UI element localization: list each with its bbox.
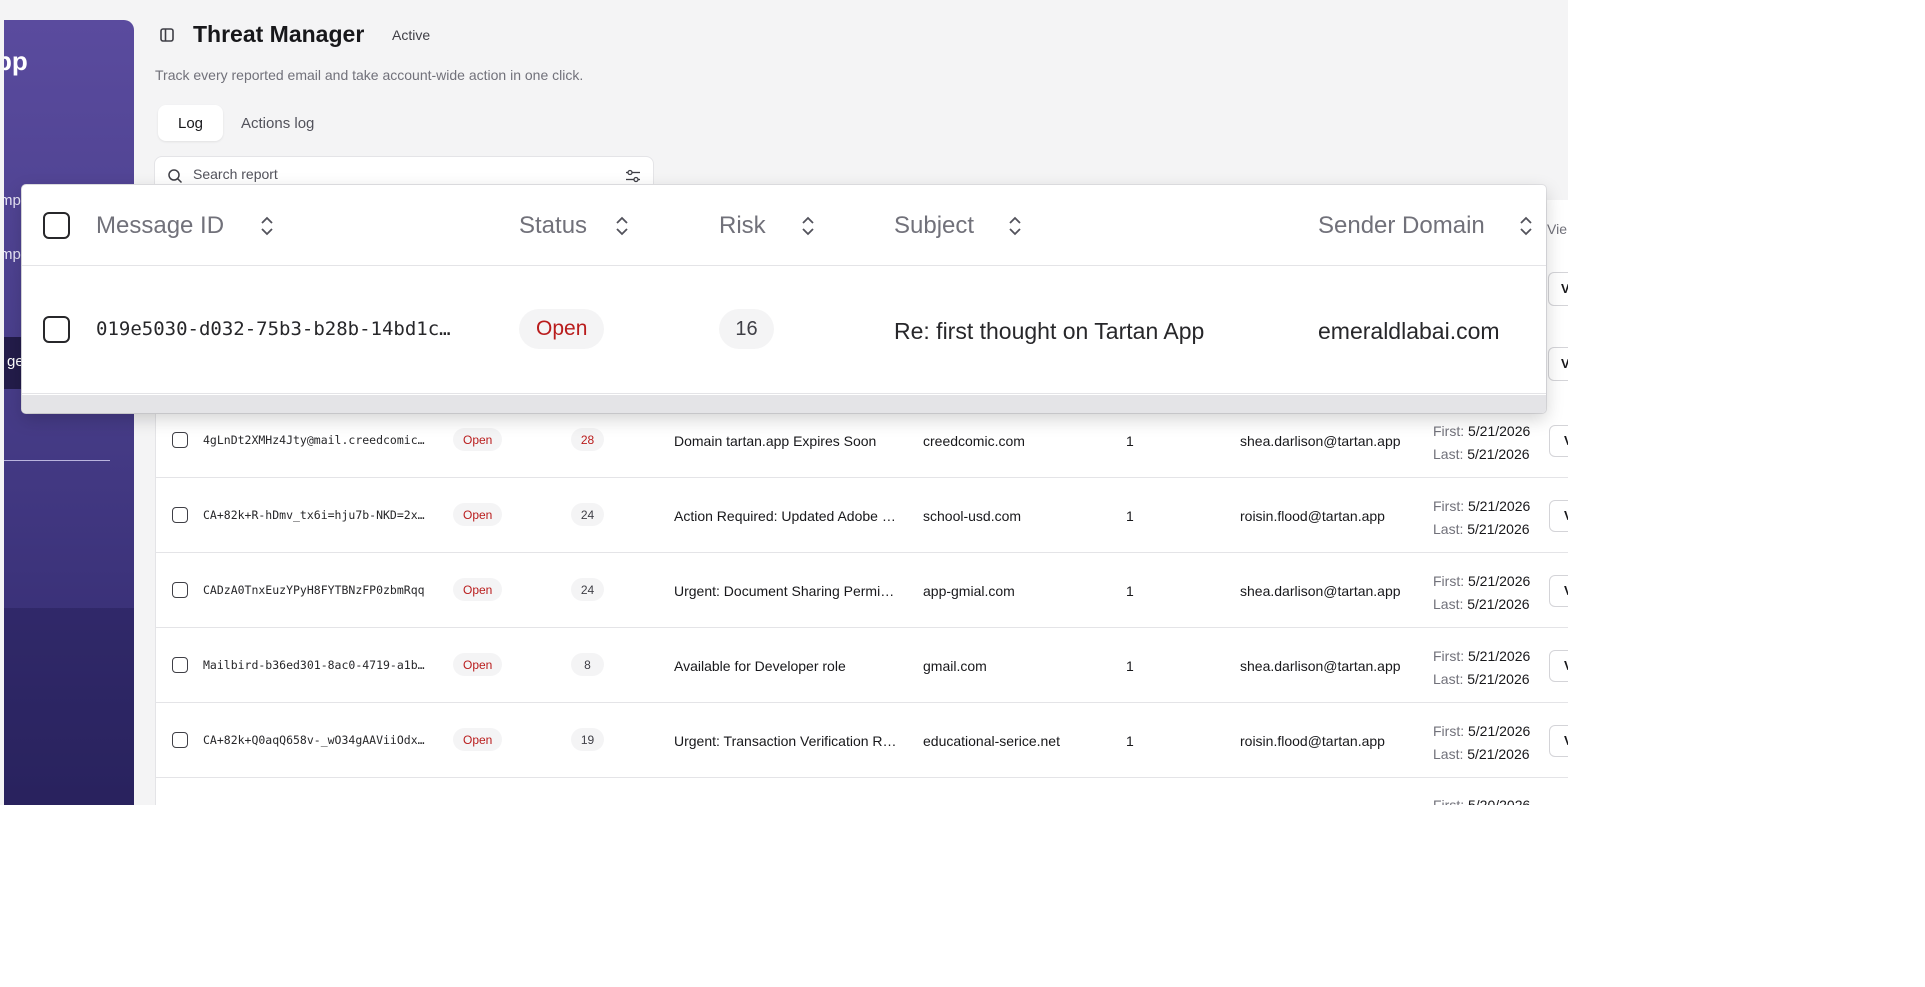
reporter-cell: shea.darlison@tartan.app	[1240, 583, 1401, 599]
sort-icon[interactable]	[615, 215, 629, 237]
reporter-cell: shea.darlison@tartan.app	[1240, 658, 1401, 674]
risk-badge: 24	[571, 503, 604, 526]
report-count-cell: 1	[1126, 658, 1134, 674]
risk-badge: 16	[719, 309, 774, 349]
sort-icon[interactable]	[260, 215, 274, 237]
risk-badge: 24	[571, 578, 604, 601]
report-count-cell: 1	[1126, 733, 1134, 749]
reporter-cell: shea.darlison@tartan.app	[1240, 433, 1401, 449]
overlay-bottom-edge	[22, 395, 1546, 413]
status-badge: Open	[453, 503, 503, 526]
reporter-cell: roisin.flood@tartan.app	[1240, 733, 1385, 749]
status-badge: Active	[392, 27, 431, 43]
page-title: Threat Manager	[193, 21, 365, 47]
view-button[interactable]: V	[1549, 575, 1568, 607]
subject-cell: Urgent: Transaction Verification Require…	[674, 733, 899, 749]
table-row[interactable]: CA+82k+Q0aqQ658v-_wO34gAAViiOdxyz Open 1…	[156, 703, 1568, 778]
sender-domain-cell: creedcomic.com	[923, 433, 1025, 449]
sender-domain-cell: school-usd.com	[923, 508, 1022, 524]
sort-icon[interactable]	[801, 215, 815, 237]
view-button[interactable]: V	[1549, 725, 1568, 757]
dates-cell: First: 5/21/2026 Last: 5/21/2026	[1433, 723, 1531, 762]
reporter-cell: roisin.flood@tartan.app	[1240, 508, 1385, 524]
subject-cell: Domain tartan.app Expires Soon	[674, 433, 877, 449]
subject-cell: Re: first thought on Tartan App	[894, 318, 1205, 344]
subject-cell: Urgent: Document Sharing Permission Requ…	[674, 583, 899, 599]
search-input[interactable]	[193, 166, 593, 182]
message-id-cell: CADzA0TnxEuzYPyH8FYTBNzFP0zbmRqq	[203, 583, 425, 597]
message-id-cell: CA+82k+R-hDmv_tx6i=hju7b-NKD=2xyz	[203, 508, 428, 522]
table-row[interactable]: 4gLnDt2XMHz4Jty@mail.creedcomic.com Open…	[156, 403, 1568, 478]
report-count-cell: 1	[1126, 508, 1134, 524]
column-header-subject[interactable]: Subject	[894, 212, 1022, 240]
app-logo[interactable]: pp	[4, 46, 28, 77]
status-badge: Open	[453, 653, 503, 676]
sender-domain-cell: gmail.com	[923, 658, 987, 674]
message-id-cell: CA+82k+Q0aqQ658v-_wO34gAAViiOdxyz	[203, 733, 428, 747]
column-header-status[interactable]: Status	[519, 212, 629, 240]
dates-cell: First: 5/21/2026 Last: 5/21/2026	[1433, 573, 1531, 612]
row-checkbox[interactable]	[172, 732, 188, 748]
status-badge: Open	[453, 578, 503, 601]
view-button[interactable]: V	[1548, 272, 1568, 306]
sender-domain-cell: educational-serice.net	[923, 733, 1060, 749]
table-header: Message ID Status Risk Subject Sender Do…	[22, 185, 1546, 266]
row-checkbox[interactable]	[172, 432, 188, 448]
sender-domain-cell: emeraldlabai.com	[1318, 318, 1500, 344]
table-row[interactable]: Mailbird-b36ed301-8ac0-4719-a1b2c3 Open …	[156, 628, 1568, 703]
message-id-cell: 4gLnDt2XMHz4Jty@mail.creedcomic.com	[203, 433, 428, 447]
report-count-cell: 1	[1126, 583, 1134, 599]
view-button[interactable]: V	[1548, 347, 1568, 381]
sidebar-item-campaigns[interactable]: mp	[4, 192, 21, 209]
message-id-cell: 019e5030-d032-75b3-b28b-14bd1c…	[96, 318, 451, 340]
dates-cell: First: 5/21/2026 Last: 5/21/2026	[1433, 498, 1531, 537]
risk-badge: 19	[571, 728, 604, 751]
table-row[interactable]: First: 5/20/2026	[156, 778, 1568, 805]
view-column-header: Vie	[1547, 221, 1567, 237]
dates-cell: First: 5/20/2026	[1433, 797, 1531, 805]
dates-cell: First: 5/21/2026 Last: 5/21/2026	[1433, 648, 1531, 687]
tab-log[interactable]: Log	[158, 105, 224, 141]
row-checkbox[interactable]	[43, 316, 70, 343]
app-viewport: pp mp mpa ge Threat Manager Active Track…	[0, 0, 1568, 805]
view-button[interactable]: V	[1549, 650, 1568, 682]
page-subtitle: Track every reported email and take acco…	[155, 67, 584, 83]
zoomed-table-preview: Message ID Status Risk Subject Sender Do…	[22, 185, 1546, 413]
message-id-cell: Mailbird-b36ed301-8ac0-4719-a1b2c3	[203, 658, 428, 672]
column-header-message-id[interactable]: Message ID	[96, 212, 274, 240]
column-header-sender-domain[interactable]: Sender Domain	[1318, 212, 1533, 240]
row-checkbox[interactable]	[172, 507, 188, 523]
sidebar-toggle-icon[interactable]	[159, 27, 177, 43]
table-row[interactable]: 019e5030-d032-75b3-b28b-14bd1c… Open 16 …	[22, 266, 1546, 394]
sidebar-footer	[4, 608, 134, 805]
risk-badge: 28	[571, 428, 604, 451]
sort-icon[interactable]	[1519, 215, 1533, 237]
status-badge: Open	[519, 309, 605, 349]
select-all-checkbox[interactable]	[43, 212, 70, 239]
sidebar-divider	[4, 460, 110, 461]
tab-actions-log[interactable]: Actions log	[221, 105, 334, 141]
subject-cell: Available for Developer role	[674, 658, 846, 674]
column-header-risk[interactable]: Risk	[719, 212, 815, 240]
status-badge: Open	[453, 428, 503, 451]
subject-cell: Action Required: Updated Adobe Sign Docu…	[674, 508, 899, 524]
report-count-cell: 1	[1126, 433, 1134, 449]
risk-badge: 8	[571, 653, 604, 676]
dates-cell: First: 5/21/2026 Last: 5/21/2026	[1433, 423, 1531, 462]
sort-icon[interactable]	[1008, 215, 1022, 237]
view-button[interactable]: V	[1549, 425, 1568, 457]
row-checkbox[interactable]	[172, 657, 188, 673]
sender-domain-cell: app-gmial.com	[923, 583, 1015, 599]
row-checkbox[interactable]	[172, 582, 188, 598]
search-icon	[167, 168, 183, 184]
view-button[interactable]: V	[1549, 500, 1568, 532]
status-badge: Open	[453, 728, 503, 751]
table-row[interactable]: CA+82k+R-hDmv_tx6i=hju7b-NKD=2xyz Open 2…	[156, 478, 1568, 553]
table-row[interactable]: CADzA0TnxEuzYPyH8FYTBNzFP0zbmRqq Open 24…	[156, 553, 1568, 628]
filter-icon[interactable]	[625, 168, 641, 184]
